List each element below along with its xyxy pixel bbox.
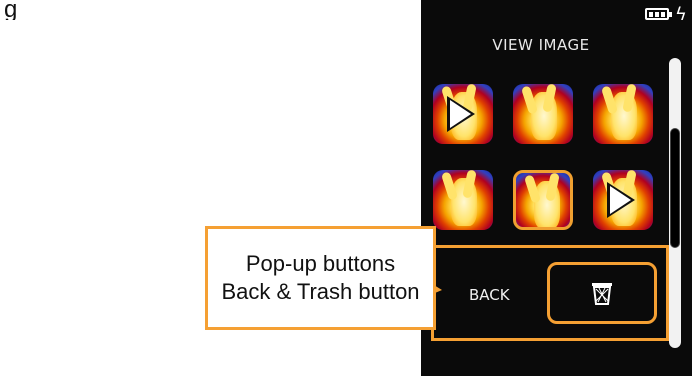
callout-box: Pop-up buttons Back & Trash button xyxy=(205,226,436,330)
callout-line-2: Back & Trash button xyxy=(221,279,420,304)
callout-line-1: Pop-up buttons xyxy=(245,251,396,276)
